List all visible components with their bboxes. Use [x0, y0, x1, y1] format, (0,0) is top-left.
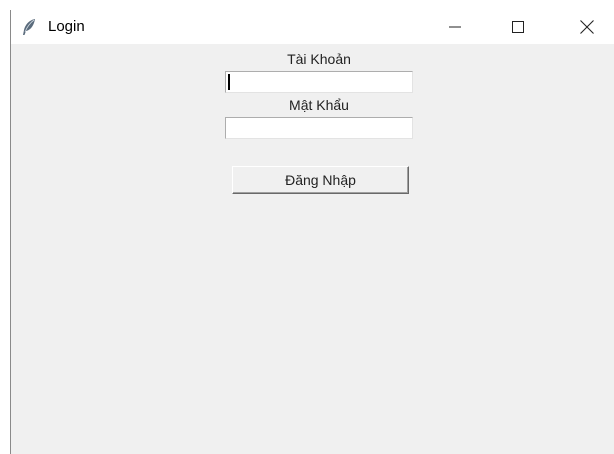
close-icon [580, 20, 594, 34]
title-bar[interactable]: Login [11, 10, 614, 44]
maximize-button[interactable] [495, 10, 541, 44]
minimize-button[interactable] [432, 10, 478, 44]
feather-icon [21, 18, 37, 36]
login-window: Login Tài Khoản Mật Khẩu Đăng Nhập [10, 10, 614, 454]
form-area: Tài Khoản Mật Khẩu Đăng Nhập [11, 44, 614, 454]
login-button[interactable]: Đăng Nhập [232, 166, 409, 194]
maximize-icon [512, 21, 524, 33]
close-button[interactable] [564, 10, 610, 44]
password-label: Mật Khẩu [289, 97, 349, 113]
username-input[interactable] [225, 71, 413, 93]
username-label: Tài Khoản [287, 51, 351, 67]
minimize-icon [449, 21, 461, 33]
window-title: Login [48, 18, 85, 35]
password-input[interactable] [225, 117, 413, 139]
text-caret [228, 74, 230, 90]
